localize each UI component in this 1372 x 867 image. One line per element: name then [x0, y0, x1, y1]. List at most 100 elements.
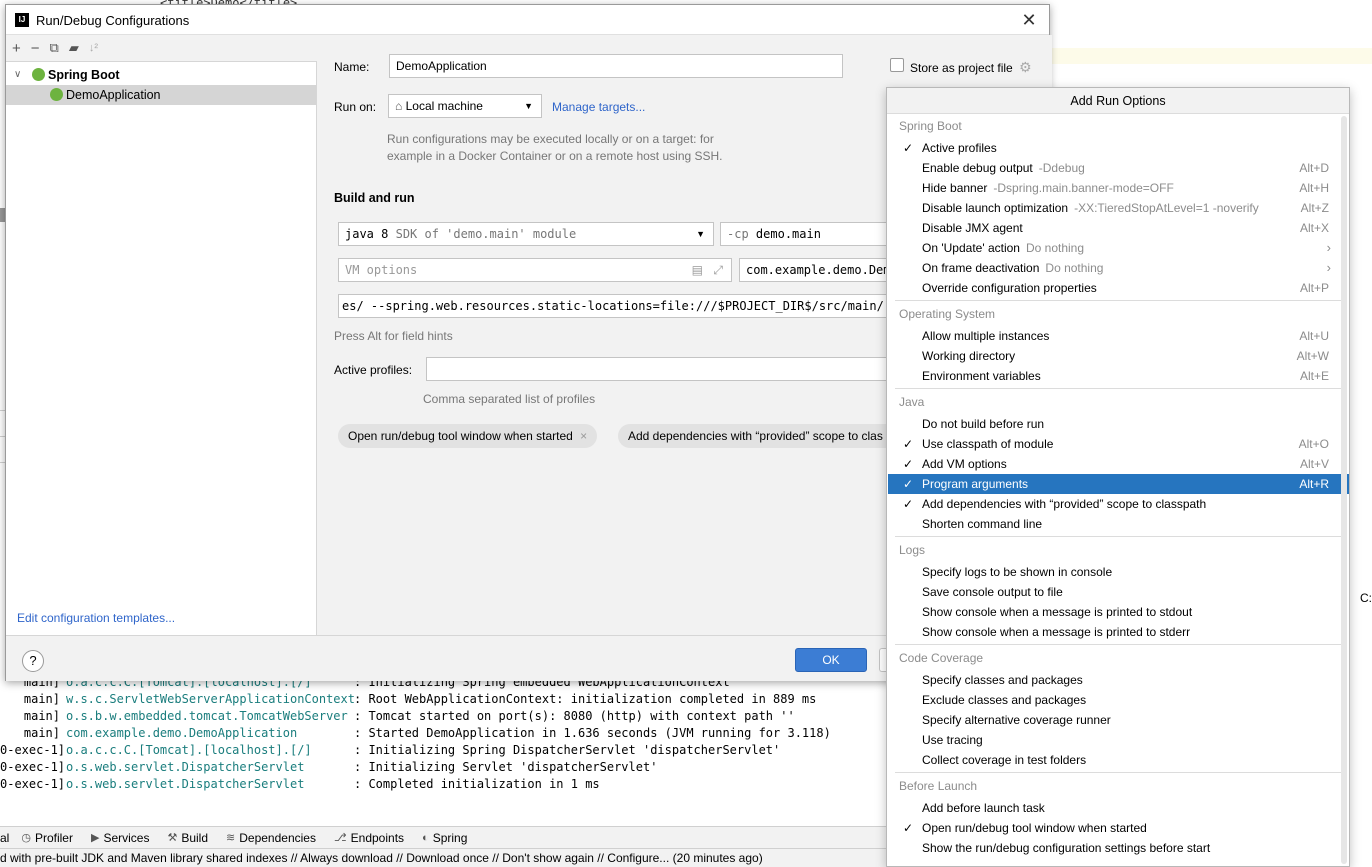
endpoints-icon: ⎇ — [333, 832, 347, 844]
option-label: Working directory — [922, 349, 1016, 363]
console-thread: 0-exec-1] — [0, 760, 66, 774]
console-logger: o.s.web.servlet.DispatcherServlet — [66, 777, 305, 791]
name-field[interactable]: DemoApplication — [389, 54, 843, 78]
run-option-item[interactable]: Enable debug output -Ddebug Alt+D — [888, 158, 1349, 178]
chip-provided-scope[interactable]: Add dependencies with “provided” scope t… — [618, 424, 890, 448]
run-option-item[interactable]: Exclude classes and packages — [888, 690, 1349, 710]
manage-targets-link[interactable]: Manage targets... — [552, 100, 645, 114]
tree-group-spring-boot[interactable]: ∨ Spring Boot — [6, 65, 316, 85]
tree-item-demo-application[interactable]: DemoApplication — [6, 85, 316, 105]
run-option-item[interactable]: On frame deactivation Do nothing › — [888, 258, 1349, 278]
run-option-item[interactable]: Disable JMX agent Alt+X — [888, 218, 1349, 238]
popup-separator — [895, 388, 1341, 389]
main-class-field[interactable]: com.example.demo.Demo — [739, 258, 890, 282]
section-header: Code Coverage — [899, 651, 984, 665]
run-option-item[interactable]: ✓ Add dependencies with “provided” scope … — [888, 494, 1349, 514]
option-label: Do not build before run — [922, 417, 1045, 431]
run-option-item[interactable]: ✓ Open run/debug tool window when started — [888, 818, 1349, 838]
run-option-item[interactable]: Environment variables Alt+E — [888, 366, 1349, 386]
add-run-options-popup: Add Run Options Spring Boot ✓ Active profi… — [886, 87, 1350, 867]
build-icon: ⚒ — [167, 832, 178, 844]
services-tab[interactable]: ▶ Services — [91, 831, 149, 845]
option-shortcut: Alt+V — [1299, 457, 1329, 471]
gear-icon[interactable]: ⚙ — [1019, 59, 1032, 76]
close-icon[interactable]: ✕ — [1018, 9, 1040, 31]
option-label: Open run/debug tool window when started — [922, 821, 1147, 835]
spring-boot-run-icon — [50, 88, 63, 101]
run-option-item[interactable]: ✓ Active profiles — [888, 138, 1349, 158]
run-option-item[interactable]: Working directory Alt+W — [888, 346, 1349, 366]
run-option-item[interactable]: Show console when a message is printed t… — [888, 622, 1349, 642]
run-option-item[interactable]: Override configuration properties Alt+P — [888, 278, 1349, 298]
run-option-item[interactable]: Show the run/debug configuration setting… — [888, 838, 1349, 858]
close-icon[interactable]: × — [580, 429, 587, 443]
chevron-down-icon[interactable]: ∨ — [14, 65, 21, 85]
expand-text-icon[interactable]: ▤ — [692, 259, 703, 281]
run-option-item[interactable]: Add before launch task — [888, 798, 1349, 818]
console-thread: 0-exec-1] — [0, 743, 66, 757]
edit-templates-link[interactable]: Edit configuration templates... — [17, 611, 175, 625]
run-option-item[interactable]: Show console when a message is printed t… — [888, 602, 1349, 622]
dialog-title-bar: IJ Run/Debug Configurations ✕ — [6, 5, 1049, 35]
console-line: 0-exec-1]o.s.web.servlet.DispatcherServl… — [0, 759, 657, 776]
run-option-item[interactable]: Specify alternative coverage runner — [888, 710, 1349, 730]
add-icon[interactable]: + — [12, 40, 21, 57]
run-option-item[interactable]: On 'Update' action Do nothing › — [888, 238, 1349, 258]
console-message: : Completed initialization in 1 ms — [354, 777, 600, 791]
remove-icon[interactable]: − — [31, 40, 40, 57]
terminal-tab[interactable]: al — [0, 831, 9, 845]
profiler-tab[interactable]: ◷ Profiler — [21, 831, 73, 845]
run-on-dropdown[interactable]: ⌂ Local machine ▼ — [388, 94, 542, 118]
chip-open-tool-window[interactable]: Open run/debug tool window when started … — [338, 424, 598, 448]
option-shortcut: Alt+Z — [1300, 201, 1329, 215]
active-profiles-field[interactable] — [426, 357, 890, 381]
option-label: Enable debug output — [922, 161, 1033, 175]
classpath-field[interactable]: -cp demo.main — [720, 222, 890, 246]
run-console[interactable]: main] o.a.c.c.C.[Tomcat].[localhost].[/]:… — [0, 675, 886, 816]
option-hint: Do nothing — [1025, 241, 1085, 255]
run-option-item[interactable]: Allow multiple instances Alt+U — [888, 326, 1349, 346]
run-option-item[interactable]: ✓ Program arguments Alt+R — [888, 474, 1349, 494]
program-arguments-field[interactable]: es/ --spring.web.resources.static-locati… — [338, 294, 890, 318]
popup-scrollbar[interactable] — [1341, 116, 1347, 864]
jdk-dropdown[interactable]: java 8 SDK of 'demo.main' module ▼ — [338, 222, 714, 246]
build-tab[interactable]: ⚒ Build — [167, 831, 208, 845]
option-label: Show console when a message is printed t… — [922, 625, 1191, 639]
option-hint: -XX:TieredStopAtLevel=1 -noverify — [1074, 201, 1259, 215]
store-as-project-checkbox[interactable] — [890, 58, 904, 72]
run-option-item[interactable]: Hide banner -Dspring.main.banner-mode=OFF… — [888, 178, 1349, 198]
dependencies-tab[interactable]: ≋ Dependencies — [226, 831, 316, 845]
help-button[interactable]: ? — [22, 650, 44, 672]
folder-add-icon[interactable]: ▰ — [69, 40, 79, 56]
run-option-item[interactable]: Specify classes and packages — [888, 670, 1349, 690]
expand-icon[interactable]: ⤢ — [713, 259, 723, 281]
option-label: Active profiles — [922, 141, 997, 155]
run-option-item[interactable]: Shorten command line — [888, 514, 1349, 534]
run-option-item[interactable]: Do not build before run — [888, 414, 1349, 434]
profiler-icon: ◷ — [21, 832, 31, 844]
run-option-item[interactable]: ✓ Use classpath of module Alt+O — [888, 434, 1349, 454]
run-option-item[interactable]: ✓ Add VM options Alt+V — [888, 454, 1349, 474]
run-option-item[interactable]: Use tracing — [888, 730, 1349, 750]
copy-icon[interactable]: ⧉ — [50, 40, 59, 56]
chevron-right-icon: › — [1326, 240, 1331, 255]
spring-tab[interactable]: ◐ Spring — [422, 831, 467, 845]
console-logger: w.s.c.ServletWebServerApplicationContext — [66, 692, 355, 706]
vm-options-field[interactable]: VM options ▤ ⤢ — [338, 258, 732, 282]
console-line: main] com.example.demo.DemoApplication: S… — [0, 725, 831, 742]
option-label: Specify classes and packages — [922, 673, 1083, 687]
run-option-item[interactable]: Save console output to file — [888, 582, 1349, 602]
run-option-item[interactable]: Disable launch optimization -XX:TieredSto… — [888, 198, 1349, 218]
ok-button[interactable]: OK — [795, 648, 867, 672]
run-option-item[interactable]: Collect coverage in test folders — [888, 750, 1349, 770]
sort-icon[interactable]: ↓² — [89, 42, 98, 54]
popup-separator — [895, 772, 1341, 773]
jdk-hint: SDK of 'demo.main' module — [395, 227, 577, 241]
option-label: Add VM options — [922, 457, 1007, 471]
endpoints-tab[interactable]: ⎇ Endpoints — [334, 831, 404, 845]
tool-tab-label: Dependencies — [239, 830, 316, 845]
run-option-item[interactable]: Specify logs to be shown in console — [888, 562, 1349, 582]
run-on-value: Local machine — [405, 99, 483, 113]
option-label: Use tracing — [922, 733, 983, 747]
console-logger: com.example.demo.DemoApplication — [66, 726, 298, 740]
